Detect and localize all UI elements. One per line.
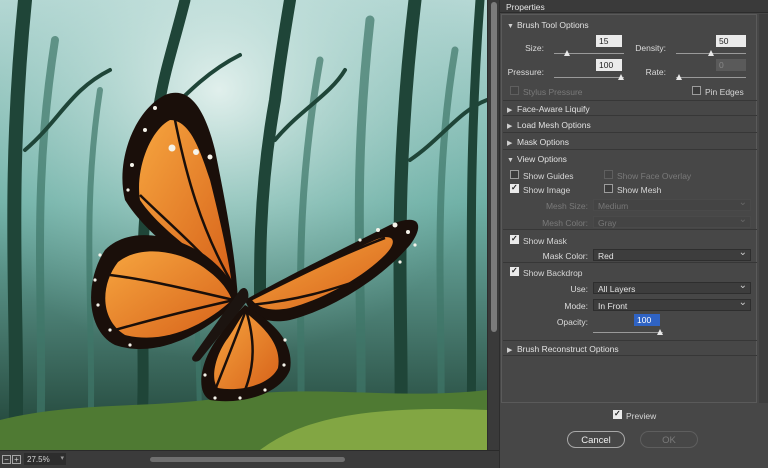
section-label: Face-Aware Liquify — [517, 104, 590, 114]
section-load-mesh-options[interactable]: ▶ Load Mesh Options — [503, 117, 757, 133]
section-brush-reconstruct-options[interactable]: ▶ Brush Reconstruct Options — [503, 340, 757, 356]
show-backdrop-checkbox[interactable] — [510, 266, 519, 276]
density-slider[interactable] — [676, 50, 746, 58]
rate-input[interactable]: 0 — [716, 59, 746, 71]
show-image-label: Show Image — [523, 185, 571, 195]
rate-label: Rate: — [645, 67, 666, 77]
cancel-button[interactable]: Cancel — [567, 431, 625, 448]
canvas-vertical-scrollbar[interactable] — [487, 0, 499, 450]
section-label: Load Mesh Options — [517, 120, 591, 130]
opacity-input[interactable]: 100 — [634, 314, 660, 326]
opacity-slider[interactable] — [593, 329, 663, 337]
preview-canvas[interactable] — [0, 0, 487, 450]
expanded-triangle-icon: ▼ — [507, 157, 514, 164]
mesh-size-label: Mesh Size: — [545, 201, 588, 211]
pressure-label: Pressure: — [507, 67, 544, 77]
divider — [503, 229, 757, 230]
show-face-overlay-checkbox[interactable] — [604, 170, 613, 179]
use-label: Use: — [570, 284, 588, 294]
show-backdrop-label: Show Backdrop — [523, 268, 583, 278]
opacity-label: Opacity: — [556, 317, 588, 327]
section-label: View Options — [517, 154, 567, 164]
section-label: Brush Tool Options — [517, 20, 589, 30]
show-guides-label: Show Guides — [523, 171, 574, 181]
pressure-input[interactable]: 100 — [596, 59, 622, 71]
panel-title: Properties — [500, 0, 768, 13]
divider — [503, 262, 757, 263]
show-guides-checkbox[interactable] — [510, 170, 519, 179]
pin-edges-checkbox[interactable] — [692, 86, 701, 95]
forest-butterfly-image — [0, 0, 487, 450]
section-brush-tool-options[interactable]: ▼ Brush Tool Options — [503, 17, 757, 33]
mesh-color-label: Mesh Color: — [542, 218, 588, 228]
panel-scrollbar[interactable] — [759, 14, 768, 403]
rate-slider[interactable] — [676, 74, 746, 82]
preview-checkbox[interactable] — [613, 409, 622, 419]
mask-color-label: Mask Color: — [542, 251, 588, 261]
mask-color-dropdown[interactable]: Red — [593, 247, 751, 261]
canvas-horizontal-scrollbar[interactable] — [150, 457, 345, 462]
zoom-out-icon[interactable]: − — [2, 455, 11, 464]
properties-content: ▼ Brush Tool Options Size: 15 Density: 50… — [501, 14, 757, 403]
show-face-overlay-label: Show Face Overlay — [617, 171, 692, 181]
mesh-color-dropdown[interactable]: Gray — [593, 214, 751, 228]
pin-edges-label: Pin Edges — [705, 87, 744, 97]
show-image-checkbox[interactable] — [510, 183, 519, 193]
size-slider[interactable] — [554, 50, 624, 58]
mode-label: Mode: — [564, 301, 588, 311]
collapsed-triangle-icon: ▶ — [507, 107, 513, 114]
mode-dropdown[interactable]: In Front — [593, 297, 751, 311]
stylus-pressure-checkbox[interactable] — [510, 86, 519, 95]
expanded-triangle-icon: ▼ — [507, 23, 514, 30]
show-mesh-label: Show Mesh — [617, 185, 662, 195]
section-view-options[interactable]: ▼ View Options — [503, 151, 757, 167]
show-mask-label: Show Mask — [523, 236, 567, 246]
size-label: Size: — [525, 43, 544, 53]
density-input[interactable]: 50 — [716, 35, 746, 47]
density-label: Density: — [635, 43, 666, 53]
size-input[interactable]: 15 — [596, 35, 622, 47]
section-label: Mask Options — [517, 137, 569, 147]
mesh-size-dropdown[interactable]: Medium — [593, 197, 751, 211]
pressure-slider[interactable] — [554, 74, 624, 82]
preview-label: Preview — [626, 411, 657, 421]
section-mask-options[interactable]: ▶ Mask Options — [503, 134, 757, 150]
ok-button[interactable]: OK — [640, 431, 698, 448]
section-face-aware-liquify[interactable]: ▶ Face-Aware Liquify — [503, 100, 757, 116]
use-dropdown[interactable]: All Layers — [593, 280, 751, 294]
properties-panel: Properties ▼ Brush Tool Options Size: 15 … — [499, 0, 768, 468]
collapsed-triangle-icon: ▶ — [507, 123, 513, 130]
status-bar: − + 27.5% — [0, 450, 499, 468]
show-mesh-checkbox[interactable] — [604, 184, 613, 193]
collapsed-triangle-icon: ▶ — [507, 347, 513, 354]
section-label: Brush Reconstruct Options — [517, 344, 619, 354]
stylus-pressure-label: Stylus Pressure — [523, 87, 583, 97]
show-mask-checkbox[interactable] — [510, 234, 519, 244]
zoom-in-icon[interactable]: + — [12, 455, 21, 464]
scrollbar-thumb[interactable] — [491, 2, 497, 332]
collapsed-triangle-icon: ▶ — [507, 140, 513, 147]
zoom-dropdown[interactable]: 27.5% — [24, 453, 66, 465]
zoom-value: 27.5% — [27, 455, 50, 464]
